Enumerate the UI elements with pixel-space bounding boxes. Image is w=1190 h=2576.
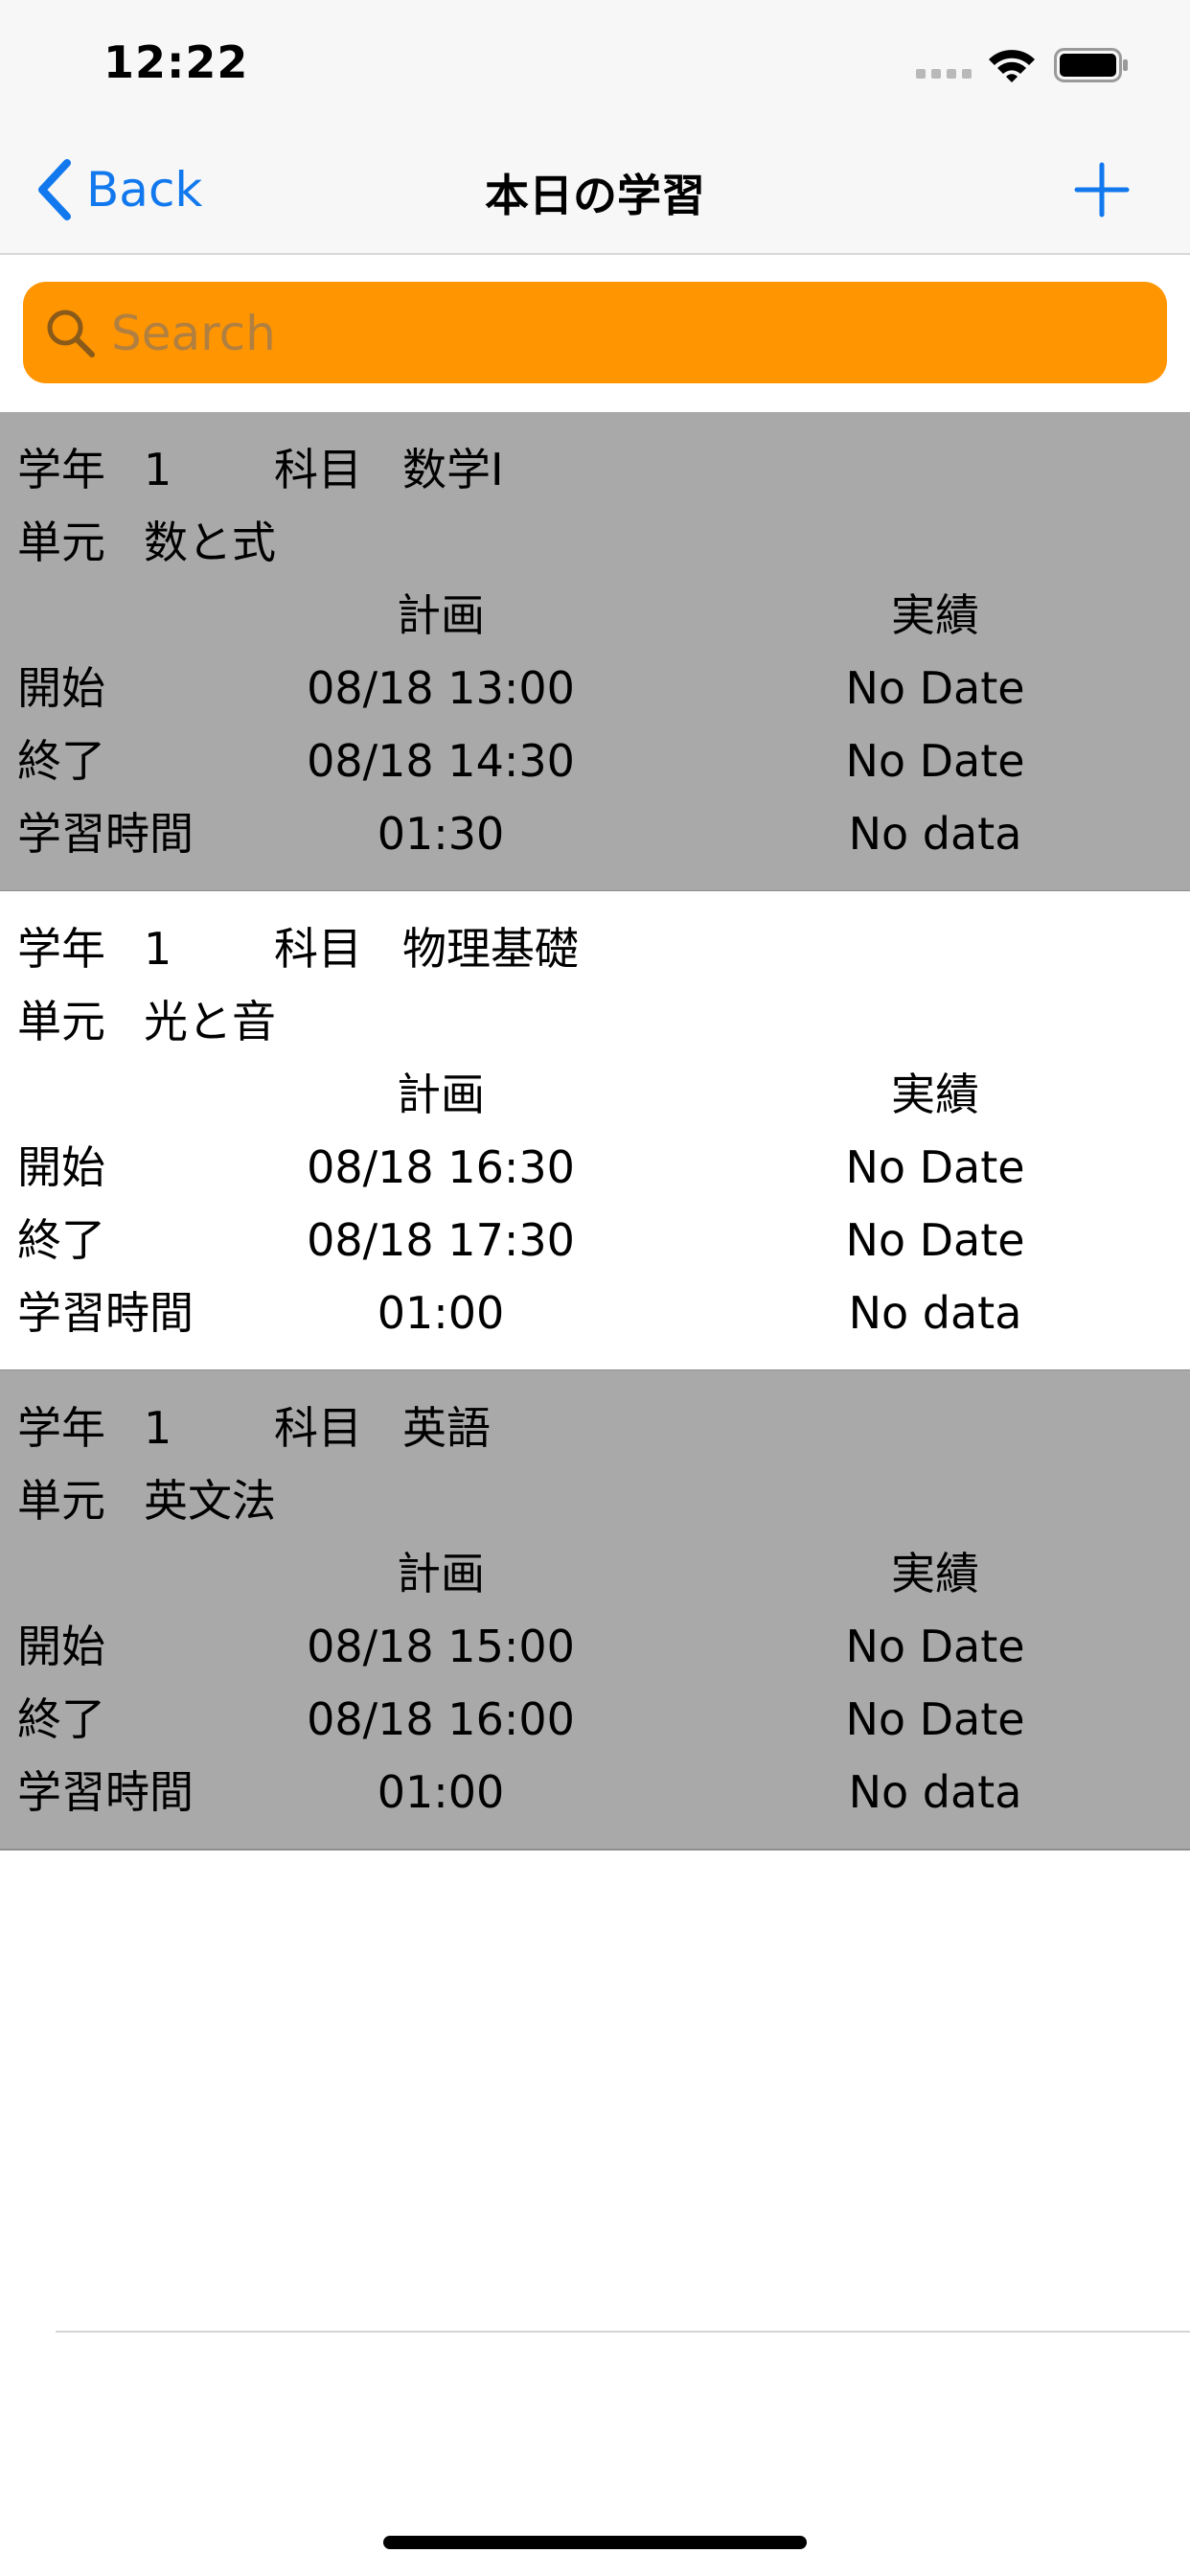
subject-label: 科目: [274, 1402, 362, 1454]
subject-label: 科目: [274, 923, 362, 975]
actual-end: No Date: [845, 1214, 1025, 1266]
status-time: 12:22: [103, 36, 249, 88]
grade-label: 学年: [17, 444, 105, 495]
actual-end: No Date: [845, 1693, 1025, 1745]
status-bar: 12:22: [0, 0, 1190, 126]
start-label: 開始: [17, 1621, 105, 1672]
start-label: 開始: [17, 1141, 105, 1193]
plan-header: 計画: [397, 1069, 485, 1120]
actual-duration: No data: [848, 1766, 1022, 1818]
empty-row-divider: [56, 2331, 1190, 2333]
duration-label: 学習時間: [17, 808, 194, 860]
actual-start: No Date: [845, 1141, 1025, 1193]
actual-duration: No data: [848, 1287, 1022, 1339]
add-icon[interactable]: [1073, 161, 1131, 218]
plan-duration: 01:00: [377, 1766, 505, 1818]
search-input[interactable]: [109, 297, 1148, 370]
unit-value: 英文法: [144, 1475, 276, 1527]
unit-value: 数と式: [144, 517, 276, 568]
navigation-bar: Back 本日の学習: [0, 126, 1190, 255]
list-item[interactable]: 学年 1 科目 物理基礎 単元 光と音 計画 実績 開始 08/18 16:30…: [0, 891, 1190, 1370]
home-indicator[interactable]: [383, 2536, 807, 2549]
end-label: 終了: [17, 1214, 105, 1266]
actual-start: No Date: [845, 1621, 1025, 1672]
actual-header: 実績: [891, 589, 979, 641]
plan-header: 計画: [397, 1548, 485, 1599]
duration-label: 学習時間: [17, 1766, 194, 1818]
actual-header: 実績: [891, 1069, 979, 1120]
plan-duration: 01:00: [377, 1287, 505, 1339]
actual-end: No Date: [845, 735, 1025, 787]
plan-start: 08/18 16:30: [307, 1141, 575, 1193]
unit-label: 単元: [17, 517, 105, 568]
duration-label: 学習時間: [17, 1287, 194, 1339]
actual-start: No Date: [845, 662, 1025, 714]
subject-value: 物理基礎: [402, 923, 579, 975]
grade-label: 学年: [17, 923, 105, 975]
subject-label: 科目: [274, 444, 362, 495]
plan-start: 08/18 13:00: [307, 662, 575, 714]
plan-start: 08/18 15:00: [307, 1621, 575, 1672]
plan-end: 08/18 14:30: [307, 735, 575, 787]
subject-value: 英語: [402, 1402, 491, 1454]
search-bar: [23, 282, 1167, 383]
unit-value: 光と音: [144, 996, 276, 1047]
plan-end: 08/18 17:30: [307, 1214, 575, 1266]
end-label: 終了: [17, 735, 105, 787]
row-divider: [0, 1849, 1190, 1851]
unit-label: 単元: [17, 996, 105, 1047]
grade-value: 1: [144, 923, 172, 975]
plan-duration: 01:30: [377, 808, 505, 860]
grade-value: 1: [144, 1402, 172, 1454]
page-title: 本日の学習: [485, 170, 705, 221]
search-icon: [47, 310, 95, 357]
grade-value: 1: [144, 444, 172, 495]
wifi-icon: [989, 50, 1035, 82]
plan-header: 計画: [397, 589, 485, 641]
list-item[interactable]: 学年 1 科目 数学I 単元 数と式 計画 実績 開始 08/18 13:00 …: [0, 412, 1190, 891]
study-list: 学年 1 科目 数学I 単元 数と式 計画 実績 開始 08/18 13:00 …: [0, 412, 1190, 1851]
battery-icon: [1054, 48, 1128, 82]
actual-header: 実績: [891, 1548, 979, 1599]
plan-end: 08/18 16:00: [307, 1693, 575, 1745]
actual-duration: No data: [848, 808, 1022, 860]
start-label: 開始: [17, 662, 105, 714]
cellular-signal-icon: [916, 69, 972, 80]
subject-value: 数学I: [402, 444, 504, 495]
grade-label: 学年: [17, 1402, 105, 1454]
list-item[interactable]: 学年 1 科目 英語 単元 英文法 計画 実績 開始 08/18 15:00 N…: [0, 1370, 1190, 1850]
unit-label: 単元: [17, 1475, 105, 1527]
end-label: 終了: [17, 1693, 105, 1745]
